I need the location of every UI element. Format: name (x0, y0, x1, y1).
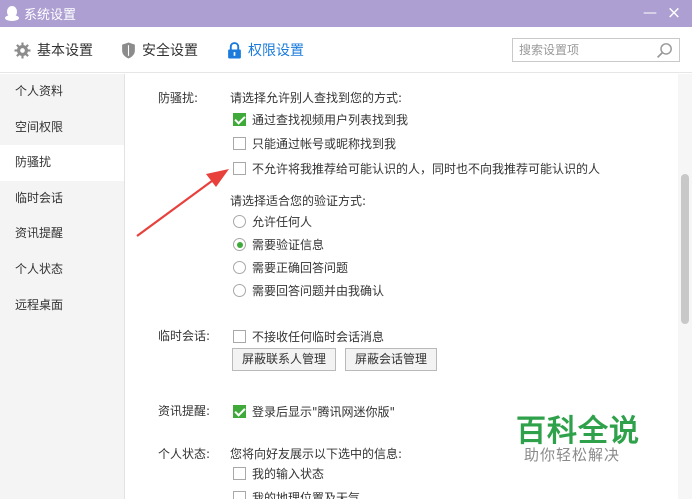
close-button[interactable]: × (664, 3, 684, 23)
temp-chat-reject-all[interactable]: 不接收任何临时会话消息 (233, 328, 384, 345)
option-label: 登录后显示"腾讯网迷你版" (252, 405, 396, 419)
checkbox[interactable] (233, 491, 246, 499)
option-label: 不允许将我推荐给可能认识的人，同时也不向我推荐可能认识的人 (252, 162, 601, 176)
radio[interactable] (233, 284, 246, 297)
search-input[interactable] (519, 40, 657, 60)
tab-label: 权限设置 (248, 43, 304, 59)
sidebar-item-remote-desktop[interactable]: 远程桌面 (0, 288, 124, 324)
tab-label: 安全设置 (142, 43, 198, 59)
tab-permission-settings[interactable]: 权限设置 (227, 27, 304, 73)
content-scrollbar[interactable] (678, 74, 692, 499)
checkbox[interactable] (233, 405, 246, 418)
option-label: 我的地理位置及天气 (252, 491, 361, 499)
lock-icon (228, 41, 241, 58)
sidebar-item-space-permission[interactable]: 空间权限 (0, 110, 124, 146)
checkbox[interactable] (233, 113, 246, 126)
status-prompt: 您将向好友展示以下选中的信息: (230, 447, 403, 461)
status-show-location-weather[interactable]: 我的地理位置及天气 (233, 489, 360, 499)
status-show-typing[interactable]: 我的输入状态 (233, 465, 324, 482)
watermark-subtitle: 助你轻松解决 (524, 446, 621, 464)
checkbox[interactable] (233, 330, 246, 343)
option-label: 需要验证信息 (252, 238, 325, 252)
scrollbar-thumb[interactable] (681, 174, 689, 324)
option-label: 允许任何人 (252, 215, 313, 229)
sidebar-item-anti-harassment[interactable]: 防骚扰 (0, 145, 124, 181)
radio[interactable] (233, 215, 246, 228)
tab-basic-settings[interactable]: 基本设置 (14, 27, 93, 73)
news-show-mini-portal[interactable]: 登录后显示"腾讯网迷你版" (233, 403, 395, 420)
section-label-harassment: 防骚扰: (158, 91, 199, 105)
sidebar-item-personal-status[interactable]: 个人状态 (0, 252, 124, 288)
checkbox[interactable] (233, 467, 246, 480)
option-label: 我的输入状态 (252, 467, 325, 481)
penguin-icon (5, 5, 19, 22)
settings-tab-bar: 基本设置 安全设置 权限设置 (0, 27, 692, 73)
sidebar-item-personal-info[interactable]: 个人资料 (0, 74, 124, 110)
search-box[interactable] (512, 38, 680, 62)
radio[interactable] (233, 238, 246, 251)
block-sessions-button[interactable]: 屏蔽会话管理 (345, 348, 437, 371)
option-label: 不接收任何临时会话消息 (252, 330, 385, 344)
option-label: 只能通过帐号或昵称找到我 (252, 137, 397, 151)
window-title: 系统设置 (24, 8, 77, 23)
verify-option-answer-question[interactable]: 需要正确回答问题 (233, 259, 348, 276)
option-label: 通过查找视频用户列表找到我 (252, 113, 409, 127)
option-label: 需要回答问题并由我确认 (252, 284, 385, 298)
section-label-status: 个人状态: (158, 447, 211, 461)
sidebar-item-news-reminder[interactable]: 资讯提醒 (0, 216, 124, 252)
tab-label: 基本设置 (37, 43, 93, 59)
radio[interactable] (233, 261, 246, 274)
find-option-account-only[interactable]: 只能通过帐号或昵称找到我 (233, 135, 396, 152)
tab-security-settings[interactable]: 安全设置 (121, 27, 198, 73)
section-label-temp-chat: 临时会话: (158, 329, 211, 343)
checkbox[interactable] (233, 137, 246, 150)
settings-sidebar: 个人资料 空间权限 防骚扰 临时会话 资讯提醒 个人状态 远程桌面 (0, 74, 125, 499)
option-label: 需要正确回答问题 (252, 261, 349, 275)
verify-option-anyone[interactable]: 允许任何人 (233, 213, 312, 230)
minimize-button[interactable]: — (640, 3, 660, 23)
find-option-no-recommend[interactable]: 不允许将我推荐给可能认识的人，同时也不向我推荐可能认识的人 (233, 160, 600, 177)
search-icon[interactable] (656, 42, 673, 59)
sidebar-item-temp-chat[interactable]: 临时会话 (0, 181, 124, 217)
verify-option-need-info[interactable]: 需要验证信息 (233, 236, 324, 253)
section-label-news: 资讯提醒: (158, 404, 211, 418)
find-option-video-list[interactable]: 通过查找视频用户列表找到我 (233, 111, 408, 128)
shield-icon (122, 42, 135, 58)
title-bar: 系统设置 — × (0, 0, 692, 27)
verify-option-answer-and-confirm[interactable]: 需要回答问题并由我确认 (233, 282, 384, 299)
checkbox[interactable] (233, 162, 246, 175)
verify-method-prompt: 请选择适合您的验证方式: (230, 194, 367, 208)
gear-icon (14, 42, 31, 58)
block-contacts-button[interactable]: 屏蔽联系人管理 (232, 348, 336, 371)
find-method-prompt: 请选择允许别人查找到您的方式: (230, 91, 403, 105)
